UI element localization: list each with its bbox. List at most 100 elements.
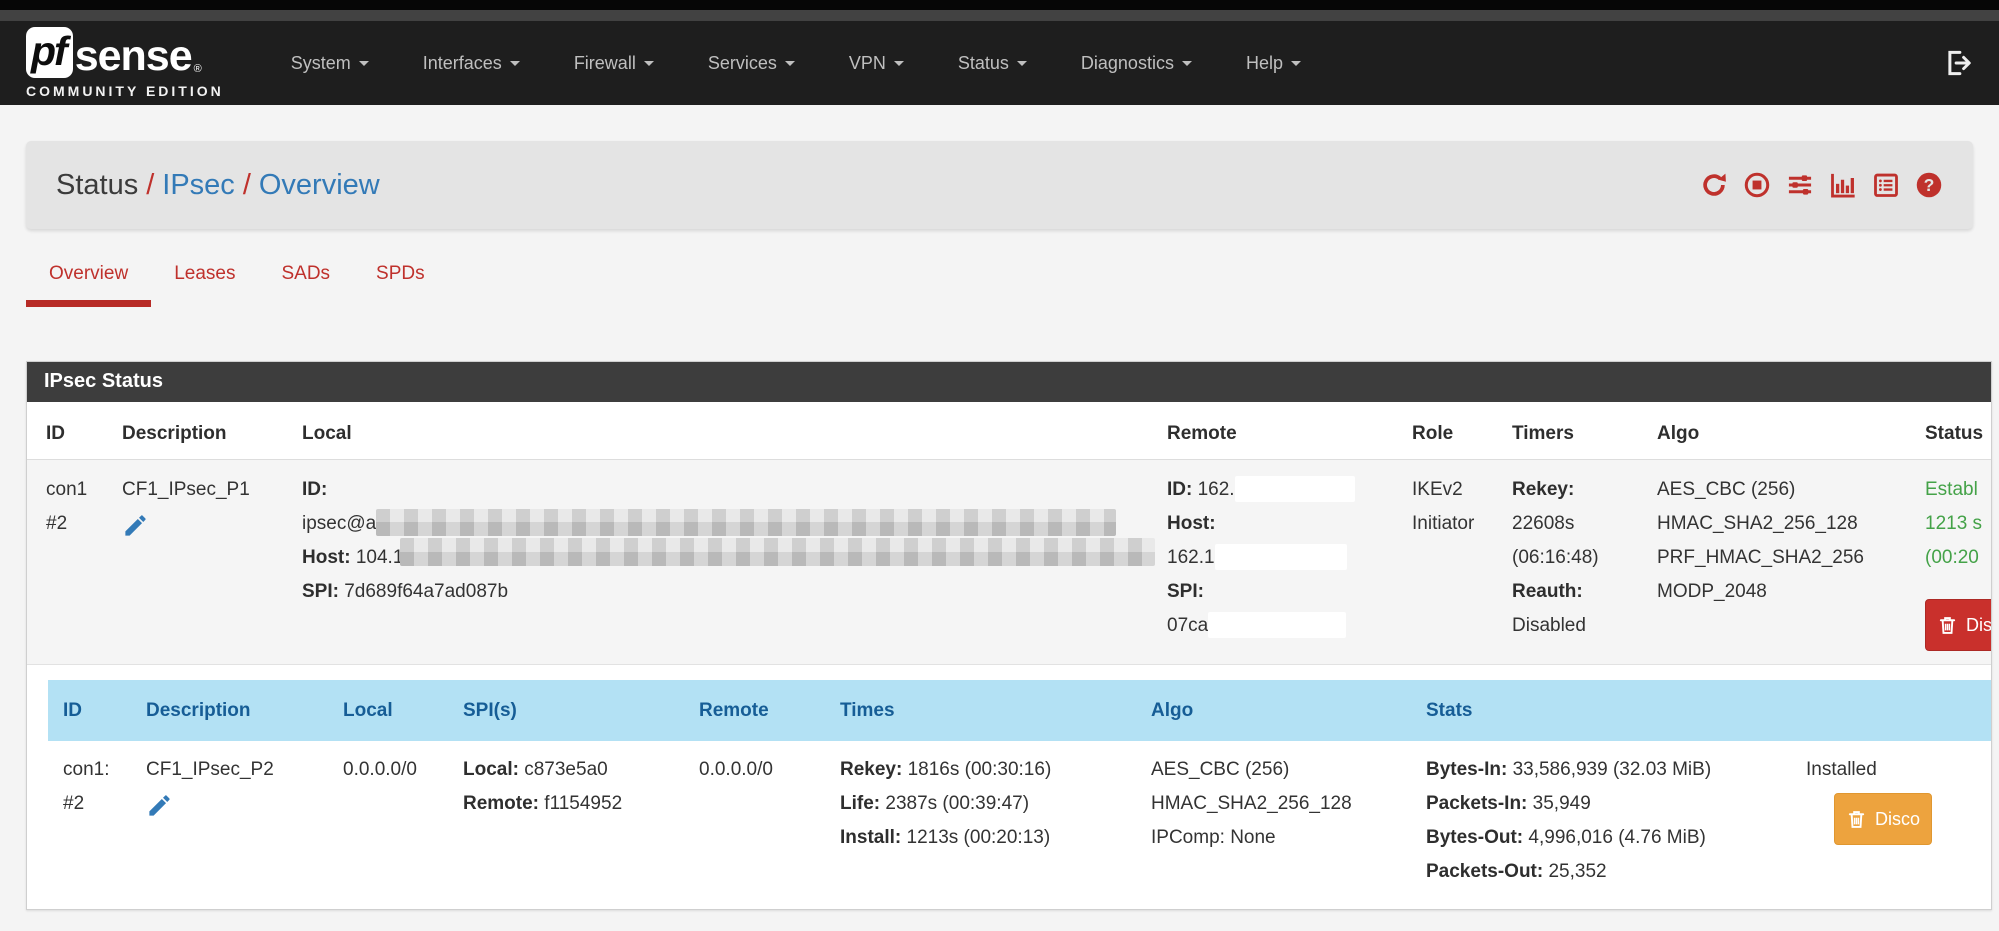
nav-item-services[interactable]: Services: [681, 39, 822, 88]
rekey-value: 22608s: [1512, 507, 1637, 541]
ike-sa-row: con1 #2 CF1_IPsec_P1 ID: ipsec@a Host: 1…: [27, 460, 1992, 665]
child-algo-cell: AES_CBC (256) HMAC_SHA2_256_128 IPComp: …: [1141, 741, 1416, 901]
remote-spi-label: SPI:: [1167, 581, 1204, 602]
ike-sa-table: ID Description Local Remote Role Timers …: [27, 402, 1992, 665]
child-local-cell: 0.0.0.0/0: [333, 741, 453, 901]
ike-id-cell: con1 #2: [27, 460, 112, 665]
nav-item-interfaces[interactable]: Interfaces: [396, 39, 547, 88]
nav-item-label: Help: [1246, 53, 1283, 73]
chevron-down-icon: [785, 61, 795, 66]
pfsense-logo-sense: sense: [75, 35, 192, 78]
top-gray-strip: [0, 10, 1999, 21]
ike-id-number: #2: [46, 507, 102, 541]
breadcrumb-bar: Status/IPsec/Overview: [26, 141, 1973, 229]
child-stats-cell: Bytes-In: 33,586,939 (32.03 MiB) Packets…: [1416, 741, 1796, 901]
trash-icon: [1937, 615, 1958, 636]
redaction-white: [1215, 544, 1347, 570]
ike-timers-cell: Rekey: 22608s (06:16:48) Reauth: Disable…: [1502, 460, 1647, 665]
reauth-value: Disabled: [1512, 609, 1637, 643]
chevron-down-icon: [894, 61, 904, 66]
stop-icon[interactable]: [1743, 171, 1771, 199]
nav-item-label: Interfaces: [423, 53, 502, 73]
disconnect-child-button[interactable]: Disco: [1834, 793, 1932, 845]
ipsec-status-panel: IPsec Status ID Description Local Remote…: [26, 361, 1992, 910]
nav-item-firewall[interactable]: Firewall: [547, 39, 681, 88]
redaction-white: [1208, 612, 1346, 638]
remote-host-label: Host:: [1167, 513, 1216, 534]
packets-in-label: Packets-In:: [1426, 793, 1527, 814]
bytes-out-label: Bytes-Out:: [1426, 827, 1523, 848]
tab-overview[interactable]: Overview: [26, 229, 151, 307]
nav-item-help[interactable]: Help: [1219, 39, 1328, 88]
bytes-out-value: 4,996,016 (4.76 MiB): [1528, 827, 1705, 848]
tab-leases[interactable]: Leases: [151, 229, 258, 307]
chevron-down-icon: [1182, 61, 1192, 66]
sign-out-icon[interactable]: [1943, 48, 1973, 78]
ike-table-header-row: ID Description Local Remote Role Timers …: [27, 402, 1992, 460]
rekey-label: Rekey:: [1512, 479, 1574, 500]
nav-item-system[interactable]: System: [264, 39, 396, 88]
disconnect-button-label: Dis: [1966, 608, 1992, 642]
nav-item-vpn[interactable]: VPN: [822, 39, 931, 88]
registered-mark: ®: [194, 64, 202, 75]
disconnect-child-button-label: Disco: [1875, 802, 1920, 836]
ike-role-cell: IKEv2 Initiator: [1402, 460, 1502, 665]
edit-pencil-icon[interactable]: [146, 792, 173, 819]
nav-item-diagnostics[interactable]: Diagnostics: [1054, 39, 1219, 88]
child-spi-cell: Local: c873e5a0 Remote: f1154952: [453, 741, 689, 901]
install-value: 1213s (00:20:13): [907, 827, 1051, 848]
ike-description: CF1_IPsec_P1: [122, 473, 282, 507]
navbar: pfsense® COMMUNITY EDITION System Interf…: [0, 21, 1999, 105]
algo-integrity: HMAC_SHA2_256_128: [1657, 507, 1905, 541]
col-header-state: [1796, 680, 1992, 741]
ike-description-cell: CF1_IPsec_P1: [112, 460, 292, 665]
spi-local-value: c873e5a0: [524, 759, 607, 780]
child-id-cell: con1: #2: [48, 741, 136, 901]
refresh-icon[interactable]: [1700, 171, 1728, 199]
log-list-icon[interactable]: [1872, 171, 1900, 199]
child-description-cell: CF1_IPsec_P2: [136, 741, 333, 901]
child-id-name: con1:: [63, 753, 126, 787]
tab-sads[interactable]: SADs: [258, 229, 353, 307]
redaction-pixelated: [376, 509, 1116, 536]
tab-spds[interactable]: SPDs: [353, 229, 448, 307]
algo-integrity: HMAC_SHA2_256_128: [1151, 787, 1406, 821]
top-black-strip: [0, 0, 1999, 10]
table-gap: [27, 665, 1991, 680]
algo-dhgroup: MODP_2048: [1657, 575, 1905, 609]
role-version: IKEv2: [1412, 473, 1492, 507]
local-host-label: Host:: [302, 547, 351, 568]
help-icon[interactable]: ?: [1915, 171, 1943, 199]
install-label: Install:: [840, 827, 901, 848]
nav-item-label: System: [291, 53, 351, 73]
nav-item-status[interactable]: Status: [931, 39, 1054, 88]
col-header-times: Times: [830, 680, 1141, 741]
spi-remote-value: f1154952: [544, 793, 622, 814]
algo-prf: PRF_HMAC_SHA2_256: [1657, 541, 1905, 575]
remote-id-label: ID:: [1167, 479, 1192, 500]
rekey-label: Rekey:: [840, 759, 902, 780]
pfsense-logo-pf: pf: [26, 27, 73, 78]
breadcrumb-link-overview[interactable]: Overview: [259, 169, 380, 201]
col-header-local: Local: [292, 402, 1157, 460]
packets-in-value: 35,949: [1533, 793, 1591, 814]
reauth-label: Reauth:: [1512, 581, 1583, 602]
chevron-down-icon: [644, 61, 654, 66]
col-header-role: Role: [1402, 402, 1502, 460]
ike-status-cell: Establ 1213 s (00:20 Dis: [1915, 460, 1992, 665]
edit-pencil-icon[interactable]: [122, 512, 149, 539]
algo-ipcomp: IPComp: None: [1151, 821, 1406, 855]
pfsense-logo[interactable]: pfsense® COMMUNITY EDITION: [26, 27, 224, 99]
sliders-icon[interactable]: [1786, 171, 1814, 199]
breadcrumb-link-ipsec[interactable]: IPsec: [162, 169, 235, 201]
child-state: Installed: [1806, 753, 1992, 787]
status-established: Establ: [1925, 473, 1992, 507]
ike-local-cell: ID: ipsec@a Host: 104.189.226.195:500 SP…: [292, 460, 1157, 665]
disconnect-button[interactable]: Dis: [1925, 599, 1992, 651]
status-uptime-clock: (00:20: [1925, 541, 1992, 575]
col-header-local: Local: [333, 680, 453, 741]
breadcrumb-section: Status: [56, 169, 138, 201]
bar-chart-icon[interactable]: [1829, 171, 1857, 199]
rekey-time: (06:16:48): [1512, 541, 1637, 575]
col-header-algo: Algo: [1647, 402, 1915, 460]
